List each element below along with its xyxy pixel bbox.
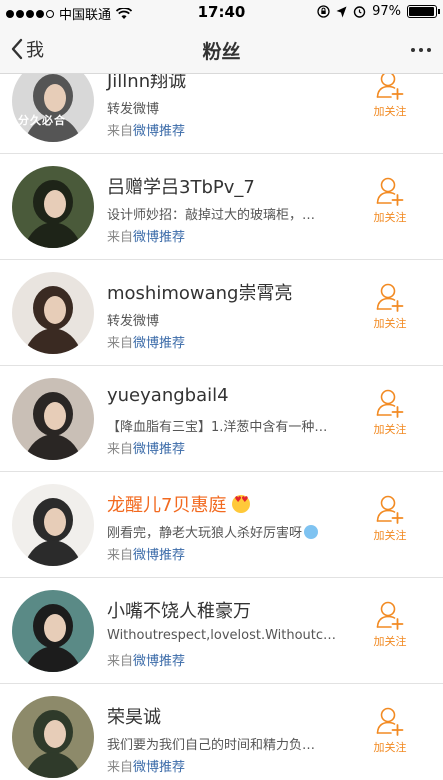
follow-button[interactable]: 加关注 bbox=[370, 74, 410, 119]
source-prefix: 来自 bbox=[107, 654, 134, 669]
follow-button[interactable]: 加关注 bbox=[370, 600, 410, 649]
source-prefix: 来自 bbox=[107, 124, 134, 139]
list-item[interactable]: 小嘴不饶人稚豪万 Withoutrespect,lovelost.Without… bbox=[0, 578, 443, 684]
battery-icon bbox=[407, 5, 440, 18]
follow-button[interactable]: 加关注 bbox=[370, 706, 410, 755]
user-description: 转发微博 bbox=[107, 102, 160, 117]
user-name[interactable]: yueyangbail4 bbox=[107, 385, 229, 406]
avatar-caption: 分久必合 bbox=[18, 114, 66, 127]
add-user-icon bbox=[376, 389, 404, 418]
source-link[interactable]: 微博推荐 bbox=[133, 124, 185, 139]
avatar[interactable] bbox=[12, 166, 94, 248]
source-link[interactable]: 微博推荐 bbox=[133, 654, 185, 669]
follow-button[interactable]: 加关注 bbox=[370, 176, 410, 225]
avatar[interactable] bbox=[12, 590, 94, 672]
avatar-image bbox=[12, 74, 94, 142]
add-user-icon bbox=[376, 601, 404, 630]
add-user-icon bbox=[376, 177, 404, 206]
heart-eyes-emoji-icon bbox=[232, 495, 251, 513]
user-name[interactable]: 龙醒儿7贝惠庭 bbox=[107, 491, 251, 517]
source-link[interactable]: 微博推荐 bbox=[133, 336, 185, 351]
add-user-icon bbox=[376, 283, 404, 312]
user-name[interactable]: 荣昊诚 bbox=[107, 703, 161, 729]
add-user-icon bbox=[376, 707, 404, 736]
source-prefix: 来自 bbox=[107, 442, 134, 457]
list-item[interactable]: 荣昊诚 我们要为我们自己的时间和精力负… 来自微博推荐 加关注 bbox=[0, 684, 443, 780]
user-description: 我们要为我们自己的时间和精力负… bbox=[107, 738, 316, 753]
page-title: 粉丝 bbox=[202, 41, 241, 63]
avatar-image bbox=[12, 590, 94, 672]
add-user-icon bbox=[376, 495, 404, 524]
source-line: 来自微博推荐 bbox=[107, 438, 185, 457]
avatar-image bbox=[12, 484, 94, 566]
follow-button[interactable]: 加关注 bbox=[370, 282, 410, 331]
user-name[interactable]: 吕赠学吕3TbPv_7 bbox=[107, 173, 255, 199]
source-line: 来自微博推荐 bbox=[107, 756, 185, 775]
add-user-icon bbox=[376, 74, 404, 100]
avatar[interactable]: 分久必合 bbox=[12, 74, 94, 142]
battery-percent: 97% bbox=[372, 4, 401, 19]
more-dots-icon[interactable] bbox=[411, 48, 431, 52]
list-item[interactable]: 分久必合 Jillnn翔诚 转发微博 来自微博推荐 加关注 bbox=[0, 74, 443, 154]
avatar-image bbox=[12, 166, 94, 248]
list-item[interactable]: moshimowang崇霄亮 转发微博 来自微博推荐 加关注 bbox=[0, 260, 443, 366]
user-name[interactable]: 小嘴不饶人稚豪万 bbox=[107, 597, 251, 623]
source-line: 来自微博推荐 bbox=[107, 650, 185, 669]
follow-label: 加关注 bbox=[373, 529, 407, 542]
user-description: Withoutrespect,lovelost.Withoutc… bbox=[107, 628, 337, 643]
source-link[interactable]: 微博推荐 bbox=[133, 760, 185, 775]
user-description: 刚看完，静老大玩狼人杀好厉害呀 bbox=[107, 522, 342, 541]
laughing-emoji-icon bbox=[304, 525, 319, 539]
source-prefix: 来自 bbox=[107, 336, 134, 351]
fans-list-inner: 分久必合 Jillnn翔诚 转发微博 来自微博推荐 加关注 吕赠学吕3TbPv_… bbox=[0, 74, 443, 780]
lock-rotation-icon bbox=[317, 5, 330, 18]
source-line: 来自微博推荐 bbox=[107, 332, 185, 351]
follow-button[interactable]: 加关注 bbox=[370, 388, 410, 437]
source-line: 来自微博推荐 bbox=[107, 544, 185, 563]
user-name[interactable]: moshimowang崇霄亮 bbox=[107, 279, 292, 305]
follow-label: 加关注 bbox=[373, 317, 407, 330]
location-icon bbox=[336, 6, 347, 17]
user-name[interactable]: Jillnn翔诚 bbox=[107, 74, 186, 93]
follow-label: 加关注 bbox=[373, 741, 407, 754]
status-bar: 中国联通 17:40 97% bbox=[0, 0, 443, 26]
list-item[interactable]: yueyangbail4 【降血脂有三宝】1.洋葱中含有一种… 来自微博推荐 加… bbox=[0, 366, 443, 472]
list-item[interactable]: 吕赠学吕3TbPv_7 设计师妙招：敲掉过大的玻璃柜，… 来自微博推荐 加关注 bbox=[0, 154, 443, 260]
navigation-bar: 我 粉丝 bbox=[0, 26, 443, 74]
user-description: 【降血脂有三宝】1.洋葱中含有一种… bbox=[107, 420, 328, 435]
battery-fill bbox=[409, 7, 435, 16]
source-line: 来自微博推荐 bbox=[107, 120, 185, 139]
source-link[interactable]: 微博推荐 bbox=[133, 230, 185, 245]
source-prefix: 来自 bbox=[107, 760, 134, 775]
follow-label: 加关注 bbox=[373, 423, 407, 436]
fans-list[interactable]: 分久必合 Jillnn翔诚 转发微博 来自微博推荐 加关注 吕赠学吕3TbPv_… bbox=[0, 74, 443, 780]
user-description: 设计师妙招：敲掉过大的玻璃柜，… bbox=[107, 208, 316, 223]
source-line: 来自微博推荐 bbox=[107, 226, 185, 245]
follow-label: 加关注 bbox=[373, 211, 407, 224]
avatar-image bbox=[12, 378, 94, 460]
status-right: 97% bbox=[317, 4, 440, 19]
avatar[interactable] bbox=[12, 272, 94, 354]
follow-label: 加关注 bbox=[373, 105, 407, 118]
follow-button[interactable]: 加关注 bbox=[370, 494, 410, 543]
avatar-image bbox=[12, 696, 94, 778]
alarm-icon bbox=[353, 6, 366, 18]
avatar[interactable] bbox=[12, 696, 94, 778]
follow-label: 加关注 bbox=[373, 635, 407, 648]
avatar-image bbox=[12, 272, 94, 354]
source-prefix: 来自 bbox=[107, 548, 134, 563]
avatar[interactable] bbox=[12, 378, 94, 460]
source-link[interactable]: 微博推荐 bbox=[133, 548, 185, 563]
source-prefix: 来自 bbox=[107, 230, 134, 245]
source-link[interactable]: 微博推荐 bbox=[133, 442, 185, 457]
user-description: 转发微博 bbox=[107, 314, 160, 329]
list-item[interactable]: 龙醒儿7贝惠庭 刚看完，静老大玩狼人杀好厉害呀 来自微博推荐 加关注 bbox=[0, 472, 443, 578]
avatar[interactable] bbox=[12, 484, 94, 566]
